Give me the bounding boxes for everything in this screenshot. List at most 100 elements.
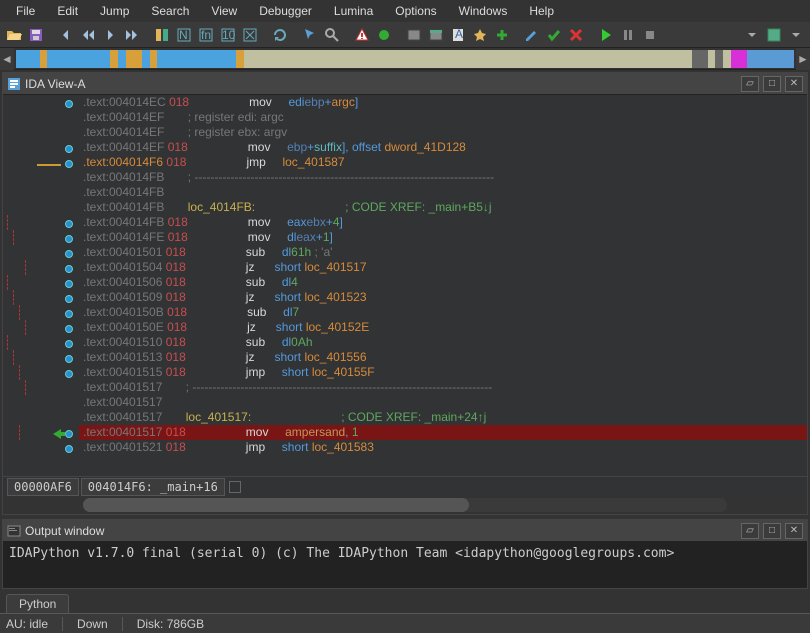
nav-left-icon[interactable]: ◄ — [0, 48, 14, 70]
dropdown-icon[interactable] — [742, 25, 762, 45]
status-address-box: 004014F6: _main+16 — [81, 478, 225, 496]
disasm-line[interactable]: .text:004014EF ; register edi: argc — [79, 110, 807, 125]
nav-overview-bar[interactable] — [16, 50, 794, 68]
output-text[interactable]: IDAPython v1.7.0 final (serial 0) (c) Th… — [3, 542, 807, 588]
search-icon[interactable] — [322, 25, 342, 45]
doc-a-icon[interactable]: A — [448, 25, 468, 45]
disasm-line[interactable]: .text:00401509 018 jz short loc_401523 — [79, 290, 807, 305]
menu-debugger[interactable]: Debugger — [249, 2, 322, 20]
disasm-line[interactable]: .text:00401517 018 mov ampersand, 1 — [79, 425, 807, 440]
menu-edit[interactable]: Edit — [47, 2, 88, 20]
menu-search[interactable]: Search — [141, 2, 199, 20]
refresh-icon[interactable] — [270, 25, 290, 45]
check-icon[interactable] — [544, 25, 564, 45]
navigation-band: ◄ ► — [0, 48, 810, 70]
settings-icon[interactable] — [764, 25, 784, 45]
run-icon[interactable] — [596, 25, 616, 45]
disasm-line[interactable]: .text:004014F6 018 jmp loc_401587 — [79, 155, 807, 170]
menu-file[interactable]: File — [6, 2, 45, 20]
dropdown2-icon[interactable] — [786, 25, 806, 45]
menubar: FileEditJumpSearchViewDebuggerLuminaOpti… — [0, 0, 810, 22]
panel-titlebar: IDA View-A ▱ □ ✕ — [3, 73, 807, 95]
disassembly-listing[interactable]: .text:004014EC 018 mov ediebp+argc].text… — [79, 95, 807, 476]
disasm-line[interactable]: .text:0040150B 018 sub dl7 — [79, 305, 807, 320]
disasm-line[interactable]: .text:004014FB loc_4014FB: ; CODE XREF: … — [79, 200, 807, 215]
output-max-icon[interactable]: □ — [763, 523, 781, 539]
svg-text:N: N — [179, 28, 188, 42]
disasm-line[interactable]: .text:004014FB ; -----------------------… — [79, 170, 807, 185]
disasm-line[interactable]: .text:004014FB — [79, 185, 807, 200]
save-icon[interactable] — [26, 25, 46, 45]
menu-options[interactable]: Options — [385, 2, 446, 20]
disasm-line[interactable]: .text:0040150E 018 jz short loc_40152E — [79, 320, 807, 335]
disasm-line[interactable]: .text:004014EC 018 mov ediebp+argc] — [79, 95, 807, 110]
tool-d-icon[interactable]: 101 — [218, 25, 238, 45]
disasm-line[interactable]: .text:00401521 018 jmp short loc_401583 — [79, 440, 807, 455]
ida-view-panel: IDA View-A ▱ □ ✕ .text:004014EC 018 mov … — [2, 72, 808, 515]
disasm-line[interactable]: .text:004014EF 018 mov ebp+suffix], offs… — [79, 140, 807, 155]
svg-text:fn: fn — [201, 28, 211, 42]
status-direction: Down — [77, 617, 108, 631]
view-status-line: 00000AF6004014F6: _main+16 — [3, 476, 807, 496]
green-dot-icon[interactable] — [374, 25, 394, 45]
plus-green-icon[interactable] — [492, 25, 512, 45]
statusbar: AU: idle Down Disk: 786GB — [0, 613, 810, 633]
disasm-line[interactable]: .text:00401501 018 sub dl61h ; 'a' — [79, 245, 807, 260]
nav-right-icon[interactable]: ► — [796, 48, 810, 70]
disasm-line[interactable]: .text:004014FE 018 mov dleax+1] — [79, 230, 807, 245]
panel-undock-icon[interactable]: ▱ — [741, 76, 759, 92]
output-undock-icon[interactable]: ▱ — [741, 523, 759, 539]
disasm-gutter — [3, 95, 79, 476]
disasm-line[interactable]: .text:00401517 loc_401517: ; CODE XREF: … — [79, 410, 807, 425]
status-indicator — [229, 481, 241, 493]
disasm-line[interactable]: .text:00401510 018 sub dl0Ah — [79, 335, 807, 350]
box1-icon[interactable] — [404, 25, 424, 45]
tool-c-icon[interactable]: fn — [196, 25, 216, 45]
stop-icon[interactable] — [640, 25, 660, 45]
disasm-line[interactable]: .text:00401504 018 jz short loc_401517 — [79, 260, 807, 275]
star-icon[interactable] — [470, 25, 490, 45]
fwd-fwd-icon[interactable] — [122, 25, 142, 45]
box2-icon[interactable] — [426, 25, 446, 45]
x-red-icon[interactable] — [566, 25, 586, 45]
menu-lumina[interactable]: Lumina — [324, 2, 383, 20]
output-panel: Output window ▱ □ ✕ IDAPython v1.7.0 fin… — [2, 519, 808, 589]
svg-text:A: A — [455, 27, 463, 41]
tool-b-icon[interactable]: N — [174, 25, 194, 45]
open-icon[interactable] — [4, 25, 24, 45]
svg-text:101: 101 — [222, 28, 236, 42]
pause-icon[interactable] — [618, 25, 638, 45]
edit-blue-icon[interactable] — [522, 25, 542, 45]
disasm-line[interactable]: .text:00401513 018 jz short loc_401556 — [79, 350, 807, 365]
back-icon[interactable] — [56, 25, 76, 45]
status-au: AU: idle — [6, 617, 48, 631]
status-disk: Disk: 786GB — [137, 617, 204, 631]
fwd-icon[interactable] — [100, 25, 120, 45]
main-toolbar: N fn 101 A — [0, 22, 810, 48]
panel-close-icon[interactable]: ✕ — [785, 76, 803, 92]
cursor-icon[interactable] — [300, 25, 320, 45]
back-back-icon[interactable] — [78, 25, 98, 45]
disasm-line[interactable]: .text:004014EF ; register ebx: argv — [79, 125, 807, 140]
output-icon — [7, 524, 21, 538]
menu-windows[interactable]: Windows — [449, 2, 518, 20]
tool-e-icon[interactable] — [240, 25, 260, 45]
tab-python[interactable]: Python — [6, 594, 69, 613]
output-titlebar: Output window ▱ □ ✕ — [3, 520, 807, 542]
output-close-icon[interactable]: ✕ — [785, 523, 803, 539]
disasm-line[interactable]: .text:00401517 ; -----------------------… — [79, 380, 807, 395]
horizontal-scrollbar[interactable] — [83, 498, 727, 512]
warn-icon[interactable] — [352, 25, 372, 45]
panel-title: IDA View-A — [25, 77, 737, 91]
status-address-box: 00000AF6 — [7, 478, 79, 496]
tool-a-icon[interactable] — [152, 25, 172, 45]
disasm-line[interactable]: .text:00401517 — [79, 395, 807, 410]
output-title: Output window — [25, 524, 737, 538]
disasm-line[interactable]: .text:00401506 018 sub dl4 — [79, 275, 807, 290]
disasm-line[interactable]: .text:00401515 018 jmp short loc_40155F — [79, 365, 807, 380]
menu-jump[interactable]: Jump — [90, 2, 139, 20]
menu-help[interactable]: Help — [519, 2, 564, 20]
menu-view[interactable]: View — [201, 2, 247, 20]
disasm-line[interactable]: .text:004014FB 018 mov eaxebx+4] — [79, 215, 807, 230]
panel-max-icon[interactable]: □ — [763, 76, 781, 92]
